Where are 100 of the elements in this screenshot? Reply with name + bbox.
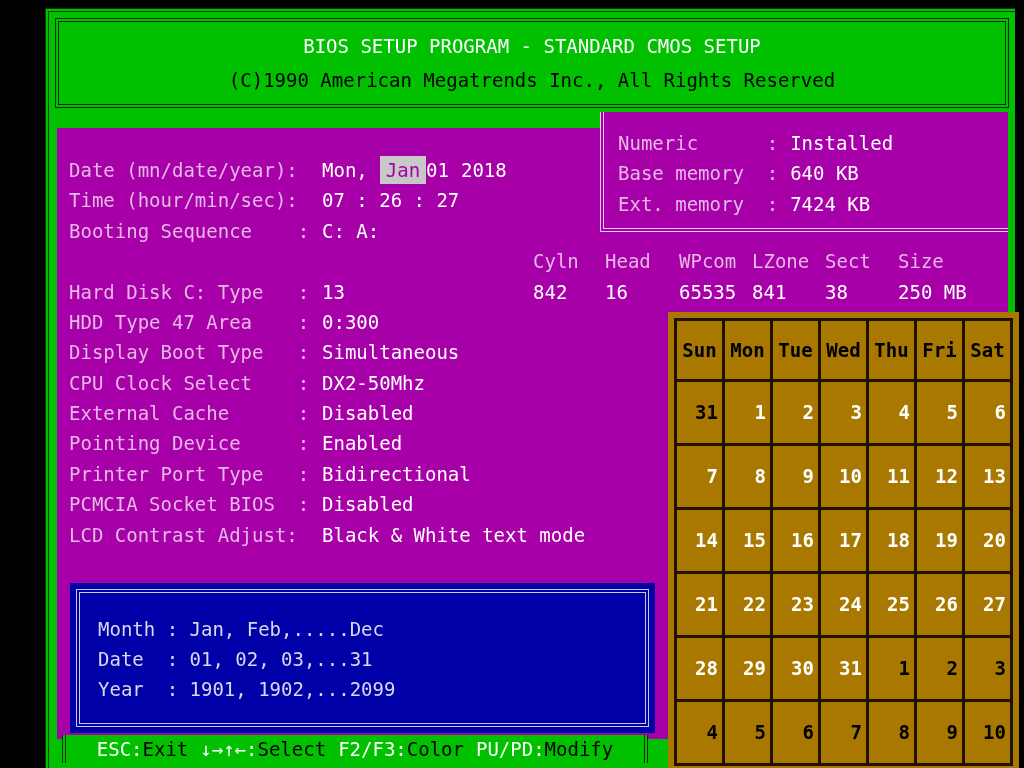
disk-column-value: 38 <box>825 279 849 305</box>
calendar-day[interactable]: 24 <box>821 574 866 635</box>
date-segment[interactable]: Mon, <box>322 155 368 185</box>
weekday-header: Tue <box>773 321 818 379</box>
calendar-day[interactable]: 26 <box>917 574 962 635</box>
calendar-day[interactable]: 23 <box>773 574 818 635</box>
setting-value[interactable]: Black & White text mode <box>322 520 586 550</box>
calendar-day[interactable]: 18 <box>869 510 914 571</box>
disk-column-value: 841 <box>752 279 788 305</box>
disk-column-value: 842 <box>533 279 569 305</box>
calendar-day[interactable]: 11 <box>869 446 914 507</box>
setting-label: Pointing Device : <box>69 431 311 457</box>
calendar-day[interactable]: 31 <box>677 382 722 443</box>
program-title: BIOS SETUP PROGRAM - STANDARD CMOS SETUP <box>303 33 761 59</box>
calendar-day[interactable]: 5 <box>917 382 962 443</box>
calendar-day[interactable]: 8 <box>725 446 770 507</box>
date-segment[interactable]: 2018 <box>461 155 507 185</box>
disk-column-value: 65535 <box>679 279 738 305</box>
calendar-day[interactable]: 3 <box>965 638 1010 699</box>
setting-value[interactable]: Disabled <box>322 490 414 519</box>
calendar-day[interactable]: 3 <box>821 382 866 443</box>
key-hint: F2/F3:Color <box>338 736 464 762</box>
setting-label: LCD Contrast Adjust: <box>69 522 299 548</box>
info-label: Ext. memory : <box>618 191 779 217</box>
calendar-day[interactable]: 29 <box>725 638 770 699</box>
setting-label: Date (mn/date/year): <box>69 157 299 183</box>
calendar-day[interactable]: 31 <box>821 638 866 699</box>
calendar-day[interactable]: 10 <box>821 446 866 507</box>
calendar-day[interactable]: 19 <box>917 510 962 571</box>
info-label: Numeric : <box>618 130 779 156</box>
disk-column-header: LZone <box>752 249 811 275</box>
calendar-day[interactable]: 4 <box>677 702 722 763</box>
setting-label: External Cache : <box>69 401 311 427</box>
calendar-day[interactable]: 21 <box>677 574 722 635</box>
calendar-day[interactable]: 7 <box>677 446 722 507</box>
key-hint: PU/PD:Modify <box>475 736 614 762</box>
calendar-day[interactable]: 1 <box>869 638 914 699</box>
calendar-day[interactable]: 13 <box>965 446 1010 507</box>
setting-label: Printer Port Type : <box>69 461 311 487</box>
setting-value[interactable]: DX2-50Mhz <box>322 368 425 398</box>
setting-label: CPU Clock Select : <box>69 370 311 396</box>
weekday-header: Sun <box>677 321 722 379</box>
setting-value[interactable]: Bidirectional <box>322 459 471 489</box>
setting-label: PCMCIA Socket BIOS : <box>69 492 311 518</box>
calendar-day[interactable]: 14 <box>677 510 722 571</box>
weekday-header: Sat <box>965 321 1010 379</box>
calendar-day[interactable]: 4 <box>869 382 914 443</box>
info-label: Base memory : <box>618 161 779 187</box>
calendar-day[interactable]: 6 <box>965 382 1010 443</box>
calendar-day[interactable]: 27 <box>965 574 1010 635</box>
calendar-day[interactable]: 2 <box>773 382 818 443</box>
copyright-text: (C)1990 American Megatrends Inc., All Rights Reserved <box>228 68 836 93</box>
setting-label: Hard Disk C: Type : <box>69 279 311 305</box>
calendar-day[interactable]: 30 <box>773 638 818 699</box>
calendar-day[interactable]: 9 <box>773 446 818 507</box>
setting-value[interactable]: C: A: <box>322 216 380 246</box>
setting-value[interactable]: 07 : 26 : 27 <box>322 186 460 215</box>
key-hint: ↓→↑←:Select <box>200 736 327 762</box>
calendar-day[interactable]: 15 <box>725 510 770 571</box>
help-line: Year : 1901, 1902,...2099 <box>98 677 397 703</box>
setting-label: Display Boot Type : <box>69 340 311 366</box>
setting-label: HDD Type 47 Area : <box>69 309 311 335</box>
setting-label: Time (hour/min/sec): <box>69 188 299 214</box>
calendar-day[interactable]: 25 <box>869 574 914 635</box>
setting-value[interactable]: Enabled <box>322 429 403 458</box>
info-value: 640 KB <box>790 161 859 187</box>
date-segment[interactable]: Jan <box>379 155 427 185</box>
weekday-header: Fri <box>917 321 962 379</box>
calendar-day[interactable]: 12 <box>917 446 962 507</box>
disk-column-header: WPcom <box>679 249 738 275</box>
calendar-day[interactable]: 2 <box>917 638 962 699</box>
date-segment[interactable]: 01 <box>426 155 449 185</box>
setting-value[interactable]: Simultaneous <box>322 338 460 367</box>
key-hint: ESC:Exit <box>96 736 189 762</box>
disk-column-header: Size <box>898 249 945 275</box>
disk-column-header: Sect <box>825 249 872 275</box>
calendar-day[interactable]: 5 <box>725 702 770 763</box>
calendar-day[interactable]: 6 <box>773 702 818 763</box>
calendar-day[interactable]: 28 <box>677 638 722 699</box>
calendar-day[interactable]: 17 <box>821 510 866 571</box>
info-value: Installed <box>790 130 894 156</box>
setting-label: Booting Sequence : <box>69 218 311 244</box>
disk-column-header: Cyln <box>533 249 580 275</box>
calendar-day[interactable]: 7 <box>821 702 866 763</box>
setting-value[interactable]: 13 <box>322 277 533 306</box>
calendar-day[interactable]: 22 <box>725 574 770 635</box>
setting-value[interactable]: Disabled <box>322 399 414 428</box>
calendar-day[interactable]: 16 <box>773 510 818 571</box>
disk-column-header: Head <box>605 249 652 275</box>
calendar-day[interactable]: 20 <box>965 510 1010 571</box>
calendar-day[interactable]: 10 <box>965 702 1010 763</box>
disk-column-value: 16 <box>605 279 629 305</box>
calendar-day[interactable]: 1 <box>725 382 770 443</box>
setting-value[interactable]: 0:300 <box>322 307 380 337</box>
weekday-header: Mon <box>725 321 770 379</box>
help-line: Date : 01, 02, 03,...31 <box>98 647 374 673</box>
calendar-day[interactable]: 8 <box>869 702 914 763</box>
info-value: 7424 KB <box>790 191 871 217</box>
weekday-header: Wed <box>821 321 866 379</box>
calendar-day[interactable]: 9 <box>917 702 962 763</box>
